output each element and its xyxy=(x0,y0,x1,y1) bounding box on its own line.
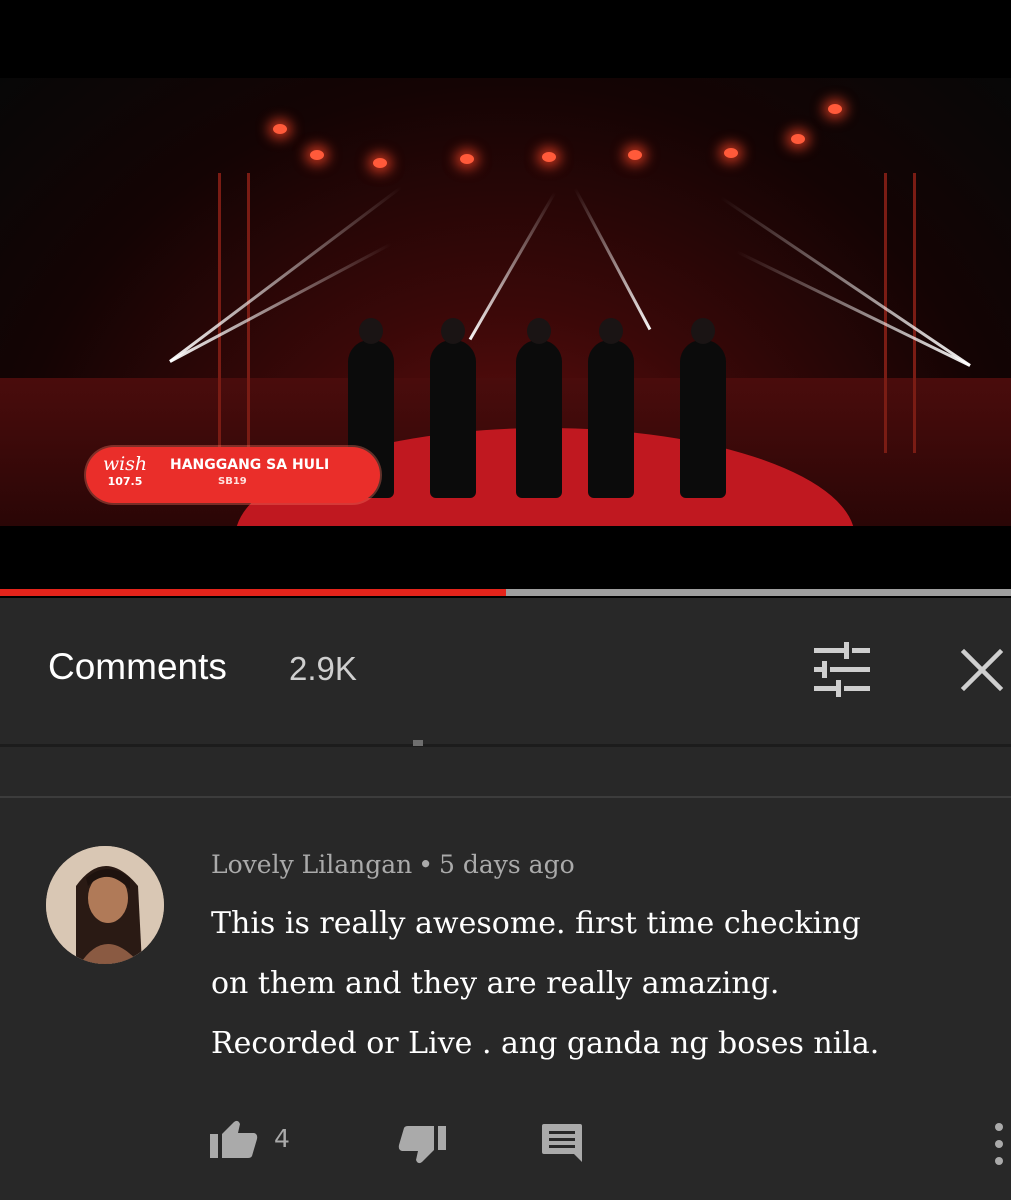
comment-line: Recorded or Live . ang ganda ng boses ni… xyxy=(211,1026,880,1061)
comment-divider xyxy=(0,796,1011,798)
comments-count: 2.9K xyxy=(289,650,357,687)
performer xyxy=(588,318,634,498)
wish-logo: wish 107.5 xyxy=(96,453,154,497)
comment-meta: Lovely Lilangan • 5 days ago xyxy=(211,850,575,879)
like-count: 4 xyxy=(274,1124,290,1153)
comment-line: on them and they are really amazing. xyxy=(211,966,780,1001)
stage-light xyxy=(542,152,556,162)
avatar[interactable] xyxy=(46,846,164,964)
stage-light xyxy=(828,104,842,114)
video-progress-played xyxy=(0,589,506,596)
video-progress-bar[interactable] xyxy=(0,589,1011,596)
stage-light xyxy=(310,150,324,160)
header-shadow xyxy=(0,744,1011,747)
meta-separator: • xyxy=(418,850,433,879)
comment-author[interactable]: Lovely Lilangan xyxy=(211,850,412,879)
more-vert-icon[interactable] xyxy=(992,1122,1006,1166)
light-beam xyxy=(573,187,652,331)
comment-body: This is really awesome. first time check… xyxy=(211,894,981,1074)
thumbs-down-icon[interactable] xyxy=(398,1124,446,1166)
comment-actions: 4 xyxy=(0,1110,1011,1170)
performer xyxy=(430,318,476,498)
light-beam xyxy=(735,250,971,367)
wish-logo-brand: wish xyxy=(102,453,148,475)
stage-light xyxy=(273,124,287,134)
song-artist: SB19 xyxy=(218,476,247,487)
song-lower-third: wish 107.5 HANGGANG SA HULI SB19 xyxy=(86,447,380,503)
stage-light xyxy=(628,150,642,160)
light-beam xyxy=(720,196,971,367)
stage-light xyxy=(724,148,738,158)
close-icon[interactable] xyxy=(958,646,1006,694)
performer xyxy=(680,318,726,498)
scroll-artifact xyxy=(413,740,423,746)
comments-title: Comments xyxy=(48,646,227,687)
stage-light xyxy=(791,134,805,144)
stage-light xyxy=(373,158,387,168)
video-player[interactable]: wish 107.5 HANGGANG SA HULI SB19 xyxy=(0,0,1011,598)
stage-light xyxy=(460,154,474,164)
sort-filter-icon[interactable] xyxy=(812,642,872,698)
performer xyxy=(516,318,562,498)
comment-line: This is really awesome. first time check… xyxy=(211,906,861,941)
comments-header: Comments 2.9K xyxy=(0,598,1011,744)
wish-logo-frequency: 107.5 xyxy=(107,475,143,488)
comment-item: Lovely Lilangan • 5 days ago This is reall… xyxy=(0,800,1011,1200)
reply-icon[interactable] xyxy=(540,1122,584,1164)
thumbs-up-icon[interactable] xyxy=(210,1120,258,1160)
comment-timestamp: 5 days ago xyxy=(439,850,575,879)
song-title: HANGGANG SA HULI xyxy=(170,457,330,473)
